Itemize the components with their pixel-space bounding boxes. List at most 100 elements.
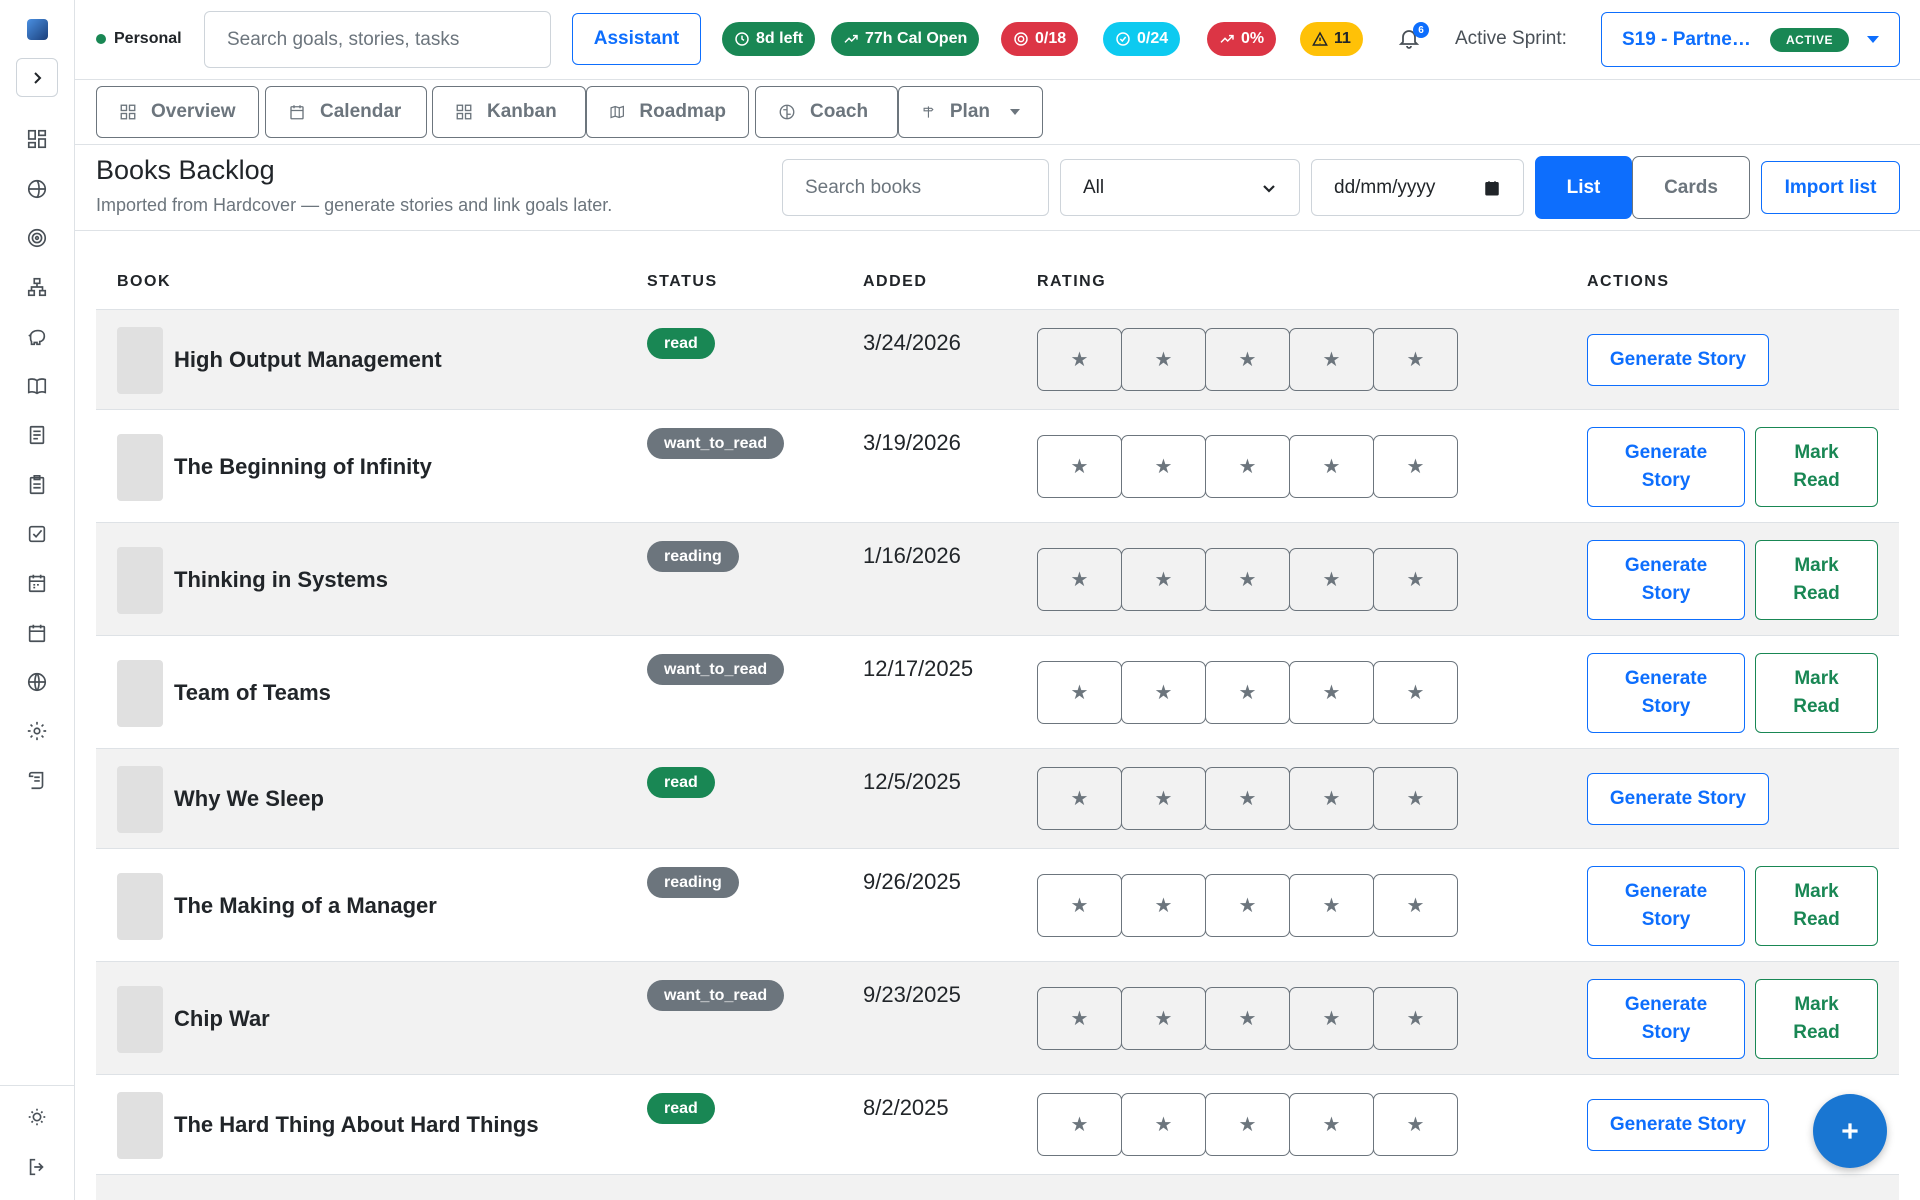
- star-4-button[interactable]: ★: [1289, 328, 1374, 391]
- generate-story-button[interactable]: Generate Story: [1587, 652, 1745, 733]
- star-4-button[interactable]: ★: [1289, 986, 1374, 1050]
- book-title[interactable]: The Beginning of Infinity: [174, 454, 432, 480]
- tasks-progress-badge[interactable]: 0/24: [1103, 22, 1181, 56]
- star-4-button[interactable]: ★: [1289, 434, 1374, 498]
- star-3-button[interactable]: ★: [1205, 873, 1290, 937]
- star-2-button[interactable]: ★: [1121, 767, 1206, 830]
- star-3-button[interactable]: ★: [1205, 767, 1290, 830]
- import-list-button[interactable]: Import list: [1761, 161, 1900, 214]
- star-4-button[interactable]: ★: [1289, 660, 1374, 724]
- book-title[interactable]: Why We Sleep: [174, 786, 324, 812]
- tab-coach[interactable]: Coach: [755, 86, 898, 138]
- date-filter-input[interactable]: dd/mm/yyyy: [1311, 159, 1524, 216]
- calendar-open-badge[interactable]: 77h Cal Open: [831, 22, 980, 56]
- persona-switcher[interactable]: Personal: [96, 30, 182, 48]
- notifications-button[interactable]: 6: [1397, 22, 1429, 54]
- book-title[interactable]: High Output Management: [174, 347, 442, 373]
- generate-story-button[interactable]: Generate Story: [1587, 978, 1745, 1059]
- star-3-button[interactable]: ★: [1205, 1093, 1290, 1156]
- tab-calendar[interactable]: Calendar: [265, 86, 427, 138]
- warnings-badge[interactable]: 11: [1300, 22, 1363, 56]
- star-4-button[interactable]: ★: [1289, 873, 1374, 937]
- star-4-button[interactable]: ★: [1289, 767, 1374, 830]
- generate-story-button[interactable]: Generate Story: [1587, 334, 1769, 386]
- star-2-button[interactable]: ★: [1121, 547, 1206, 611]
- star-4-button[interactable]: ★: [1289, 1093, 1374, 1156]
- generate-story-button[interactable]: Generate Story: [1587, 865, 1745, 946]
- assistant-button[interactable]: Assistant: [572, 13, 701, 65]
- star-5-button[interactable]: ★: [1373, 1093, 1458, 1156]
- book-icon[interactable]: [24, 373, 50, 399]
- star-5-button[interactable]: ★: [1373, 873, 1458, 937]
- star-2-button[interactable]: ★: [1121, 328, 1206, 391]
- book-title[interactable]: The Hard Thing About Hard Things: [174, 1112, 539, 1138]
- view-list-button[interactable]: List: [1535, 156, 1632, 219]
- mark-read-button[interactable]: Mark Read: [1755, 978, 1878, 1059]
- globe-icon[interactable]: [24, 669, 50, 695]
- star-1-button[interactable]: ★: [1037, 873, 1122, 937]
- goals-globe-icon[interactable]: [24, 176, 50, 202]
- tab-overview[interactable]: Overview: [96, 86, 259, 138]
- star-1-button[interactable]: ★: [1037, 660, 1122, 724]
- star-5-button[interactable]: ★: [1373, 767, 1458, 830]
- book-title[interactable]: Chip War: [174, 1006, 270, 1032]
- star-2-button[interactable]: ★: [1121, 986, 1206, 1050]
- theme-sun-icon[interactable]: [24, 1104, 50, 1130]
- star-5-button[interactable]: ★: [1373, 986, 1458, 1050]
- generate-story-button[interactable]: Generate Story: [1587, 773, 1769, 825]
- star-2-button[interactable]: ★: [1121, 873, 1206, 937]
- star-1-button[interactable]: ★: [1037, 986, 1122, 1050]
- hierarchy-icon[interactable]: [24, 274, 50, 300]
- status-filter-select[interactable]: All: [1060, 159, 1300, 216]
- generate-story-button[interactable]: Generate Story: [1587, 1099, 1769, 1151]
- books-search-input[interactable]: [782, 159, 1049, 216]
- generate-story-button[interactable]: Generate Story: [1587, 539, 1745, 620]
- calendar-alt-icon[interactable]: [24, 620, 50, 646]
- checkbox-icon[interactable]: [24, 521, 50, 547]
- tab-roadmap[interactable]: Roadmap: [586, 86, 749, 138]
- generate-story-button[interactable]: Generate Story: [1587, 426, 1745, 507]
- mark-read-button[interactable]: Mark Read: [1755, 426, 1878, 507]
- completion-percent-badge[interactable]: 0%: [1207, 22, 1277, 56]
- goals-progress-badge[interactable]: 0/18: [1001, 22, 1079, 56]
- book-title[interactable]: Team of Teams: [174, 680, 331, 706]
- star-1-button[interactable]: ★: [1037, 1093, 1122, 1156]
- sidebar-toggle-button[interactable]: [16, 58, 58, 97]
- star-3-button[interactable]: ★: [1205, 986, 1290, 1050]
- star-3-button[interactable]: ★: [1205, 434, 1290, 498]
- calendar-icon[interactable]: [24, 570, 50, 596]
- target-icon[interactable]: [24, 225, 50, 251]
- settings-gear-icon[interactable]: [24, 718, 50, 744]
- logout-icon[interactable]: [24, 1154, 50, 1180]
- notes-icon[interactable]: [24, 422, 50, 448]
- view-cards-button[interactable]: Cards: [1632, 156, 1750, 219]
- sprint-days-badge[interactable]: 8d left: [722, 22, 816, 56]
- star-5-button[interactable]: ★: [1373, 660, 1458, 724]
- app-logo[interactable]: [27, 19, 48, 40]
- star-3-button[interactable]: ★: [1205, 660, 1290, 724]
- star-5-button[interactable]: ★: [1373, 328, 1458, 391]
- star-4-button[interactable]: ★: [1289, 547, 1374, 611]
- star-1-button[interactable]: ★: [1037, 547, 1122, 611]
- add-fab-button[interactable]: [1813, 1094, 1887, 1168]
- star-1-button[interactable]: ★: [1037, 328, 1122, 391]
- star-1-button[interactable]: ★: [1037, 434, 1122, 498]
- book-title[interactable]: Thinking in Systems: [174, 567, 388, 593]
- mark-read-button[interactable]: Mark Read: [1755, 539, 1878, 620]
- piggy-bank-icon[interactable]: [24, 324, 50, 350]
- mark-read-button[interactable]: Mark Read: [1755, 652, 1878, 733]
- sprint-selector[interactable]: S19 - Partnership ACTIVE: [1601, 12, 1900, 67]
- dashboard-icon[interactable]: [24, 126, 50, 152]
- scroll-icon[interactable]: [24, 767, 50, 793]
- star-3-button[interactable]: ★: [1205, 547, 1290, 611]
- clipboard-icon[interactable]: [24, 472, 50, 498]
- mark-read-button[interactable]: Mark Read: [1755, 865, 1878, 946]
- star-1-button[interactable]: ★: [1037, 767, 1122, 830]
- book-title[interactable]: The Making of a Manager: [174, 893, 437, 919]
- star-3-button[interactable]: ★: [1205, 328, 1290, 391]
- tab-kanban[interactable]: Kanban: [432, 86, 586, 138]
- tab-plan[interactable]: Plan: [898, 86, 1043, 138]
- star-5-button[interactable]: ★: [1373, 434, 1458, 498]
- star-2-button[interactable]: ★: [1121, 1093, 1206, 1156]
- global-search-input[interactable]: [204, 11, 551, 68]
